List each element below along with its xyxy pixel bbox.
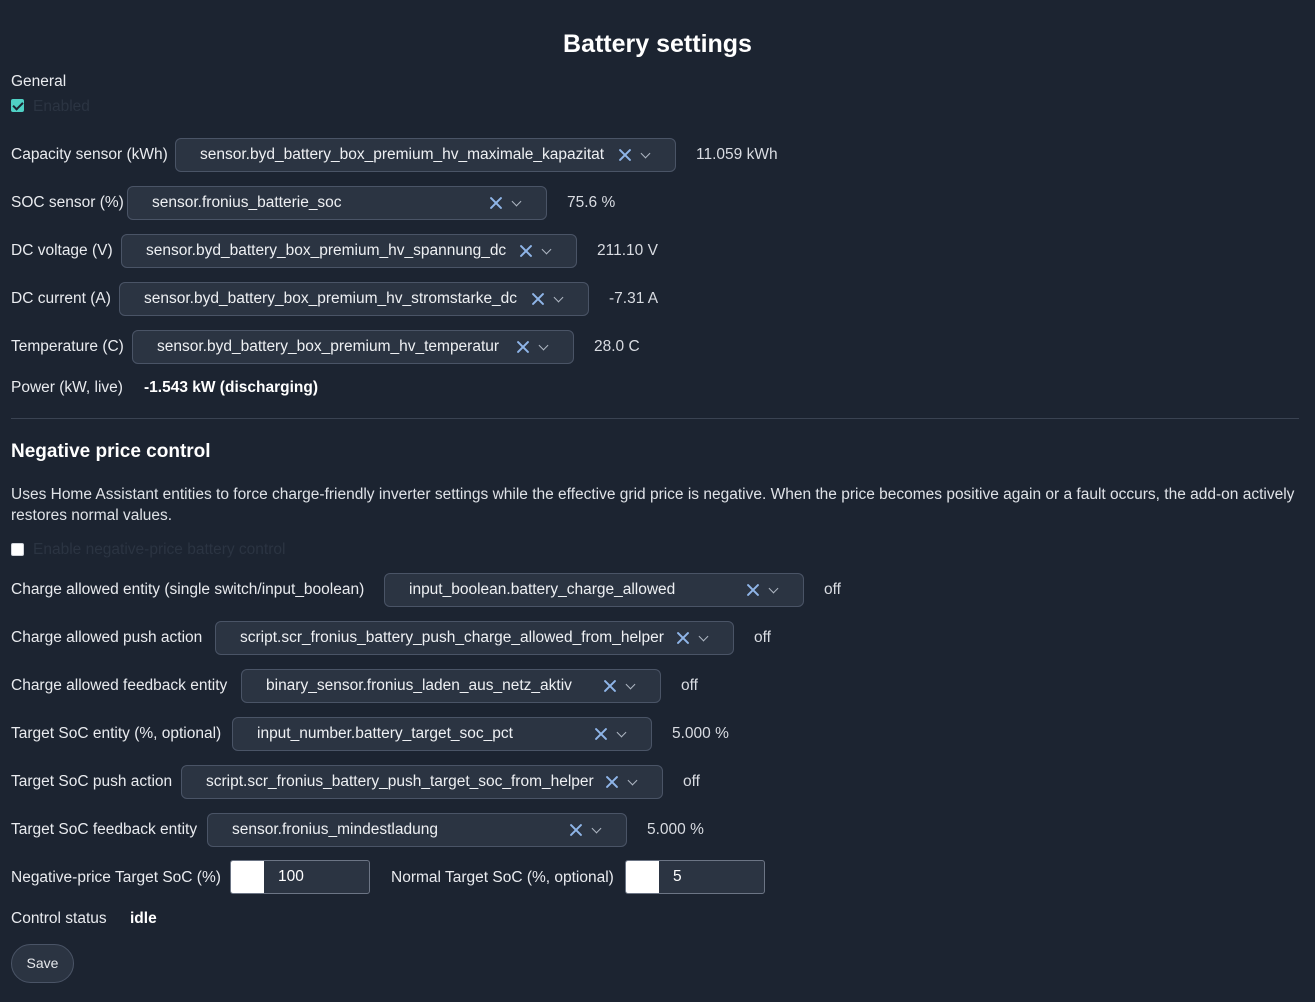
dc-voltage-reading: 211.10 V [597,242,658,259]
target-soc-feedback-state: 5.000 % [647,821,704,838]
capacity-sensor-value: sensor.byd_battery_box_premium_hv_maxima… [200,146,605,163]
target-soc-push-state: off [683,773,700,790]
page-title: Battery settings [563,30,752,58]
general-heading: General [11,73,67,90]
enable-negative-price-label: Enable negative-price battery control [33,541,286,558]
clear-icon[interactable] [531,292,545,306]
temperature-select[interactable]: sensor.byd_battery_box_premium_hv_temper… [132,330,574,364]
chevron-down-icon[interactable] [591,823,602,833]
target-soc-entity-value: input_number.battery_target_soc_pct [257,725,513,742]
charge-allowed-entity-state: off [824,581,841,598]
clear-icon[interactable] [676,631,690,645]
charge-allowed-feedback-value: binary_sensor.fronius_laden_aus_netz_akt… [266,677,572,694]
chevron-down-icon[interactable] [640,148,651,158]
dc-voltage-select[interactable]: sensor.byd_battery_box_premium_hv_spannu… [121,234,577,268]
control-status-label: Control status [11,910,107,927]
chevron-down-icon[interactable] [511,196,522,206]
charge-allowed-push-select[interactable]: script.scr_fronius_battery_push_charge_a… [215,621,734,655]
target-soc-entity-select[interactable]: input_number.battery_target_soc_pct [232,717,652,751]
chevron-down-icon[interactable] [541,244,552,254]
charge-allowed-feedback-label: Charge allowed feedback entity [11,677,228,694]
clear-icon[interactable] [746,583,760,597]
target-soc-push-label: Target SoC push action [11,773,173,790]
clear-icon[interactable] [569,823,583,837]
normal-target-soc-value[interactable]: 5 [659,861,682,893]
dc-current-value: sensor.byd_battery_box_premium_hv_stroms… [144,290,518,307]
enabled-label: Enabled [33,98,90,115]
target-soc-entity-state: 5.000 % [672,725,729,742]
clear-icon[interactable] [605,775,619,789]
soc-sensor-label: SOC sensor (%) [11,194,124,211]
charge-allowed-entity-label: Charge allowed entity (single switch/inp… [11,581,365,598]
dc-current-select[interactable]: sensor.byd_battery_box_premium_hv_stroms… [119,282,589,316]
target-soc-push-value: script.scr_fronius_battery_push_target_s… [206,773,594,790]
target-soc-feedback-select[interactable]: sensor.fronius_mindestladung [207,813,627,847]
clear-icon[interactable] [516,340,530,354]
charge-allowed-entity-value: input_boolean.battery_charge_allowed [409,581,676,598]
power-label: Power (kW, live) [11,379,123,396]
temperature-reading: 28.0 C [594,338,640,355]
capacity-reading: 11.059 kWh [696,146,778,163]
target-soc-feedback-value: sensor.fronius_mindestladung [232,821,438,838]
number-stepper[interactable] [231,861,264,893]
temperature-label: Temperature (C) [11,338,124,355]
chevron-down-icon[interactable] [625,679,636,689]
target-soc-push-select[interactable]: script.scr_fronius_battery_push_target_s… [181,765,663,799]
dc-current-reading: -7.31 A [609,290,659,307]
power-reading: -1.543 kW (discharging) [144,379,318,396]
soc-sensor-select[interactable]: sensor.fronius_batterie_soc [127,186,547,220]
temperature-value: sensor.byd_battery_box_premium_hv_temper… [157,338,500,355]
negative-target-soc-label: Negative-price Target SoC (%) [11,869,221,886]
charge-allowed-push-state: off [754,629,771,646]
chevron-down-icon[interactable] [627,775,638,785]
charge-allowed-feedback-state: off [681,677,698,694]
enable-negative-price-checkbox[interactable] [11,543,24,556]
chevron-down-icon[interactable] [768,583,779,593]
target-soc-feedback-label: Target SoC feedback entity [11,821,198,838]
save-button[interactable]: Save [11,944,74,983]
enabled-checkbox[interactable] [11,99,24,112]
control-status-value: idle [130,910,157,927]
chevron-down-icon[interactable] [698,631,709,641]
negative-price-description: Uses Home Assistant entities to force ch… [11,486,1295,524]
soc-reading: 75.6 % [567,194,616,211]
normal-target-soc-label: Normal Target SoC (%, optional) [391,869,614,886]
negative-target-soc-input[interactable]: 100 [230,860,370,894]
capacity-sensor-select[interactable]: sensor.byd_battery_box_premium_hv_maxima… [175,138,676,172]
dc-voltage-value: sensor.byd_battery_box_premium_hv_spannu… [146,242,507,259]
chevron-down-icon[interactable] [616,727,627,737]
negative-price-heading: Negative price control [11,441,211,462]
clear-icon[interactable] [519,244,533,258]
charge-allowed-push-label: Charge allowed push action [11,629,203,646]
clear-icon[interactable] [603,679,617,693]
dc-current-label: DC current (A) [11,290,111,307]
charge-allowed-push-value: script.scr_fronius_battery_push_charge_a… [240,629,664,646]
section-divider [11,418,1299,419]
negative-target-soc-value[interactable]: 100 [264,861,304,893]
soc-sensor-value: sensor.fronius_batterie_soc [152,194,342,211]
clear-icon[interactable] [618,148,632,162]
clear-icon[interactable] [594,727,608,741]
charge-allowed-entity-select[interactable]: input_boolean.battery_charge_allowed [384,573,804,607]
chevron-down-icon[interactable] [538,340,549,350]
chevron-down-icon[interactable] [553,292,564,302]
clear-icon[interactable] [489,196,503,210]
target-soc-entity-label: Target SoC entity (%, optional) [11,725,222,742]
normal-target-soc-input[interactable]: 5 [625,860,765,894]
charge-allowed-feedback-select[interactable]: binary_sensor.fronius_laden_aus_netz_akt… [241,669,661,703]
dc-voltage-label: DC voltage (V) [11,242,113,259]
number-stepper[interactable] [626,861,659,893]
capacity-sensor-label: Capacity sensor (kWh) [11,146,168,163]
